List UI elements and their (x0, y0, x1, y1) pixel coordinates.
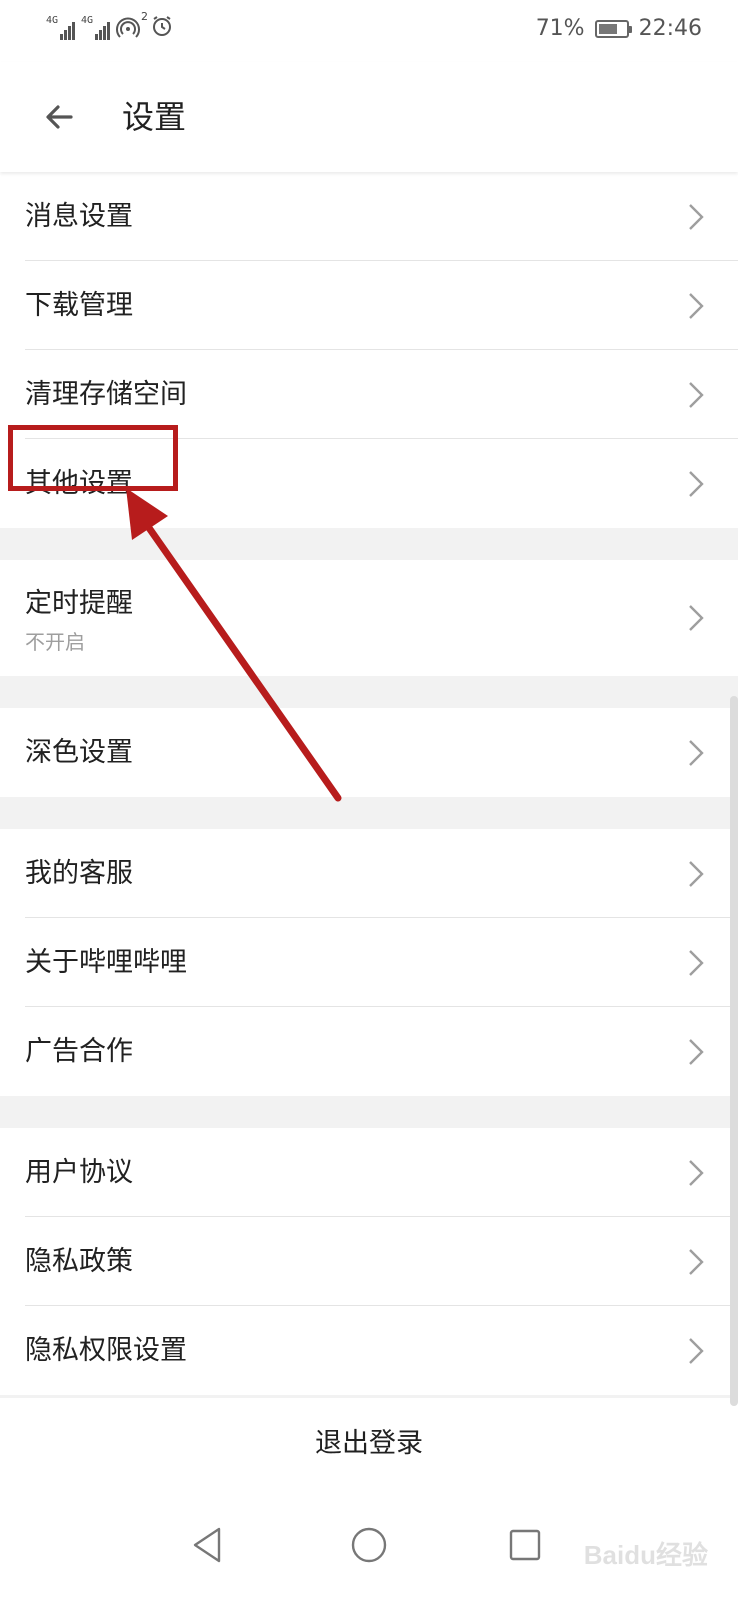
battery-percent: 71% (535, 16, 585, 41)
chevron-right-icon (689, 740, 704, 766)
settings-item-label: 用户协议 (25, 1157, 133, 1188)
settings-item-label: 消息设置 (25, 201, 133, 232)
settings-item-label: 隐私权限设置 (25, 1335, 187, 1366)
settings-item-other[interactable]: 其他设置 (0, 439, 738, 528)
signal-2-icon: 4G (81, 16, 110, 40)
network-type-2: 4G (81, 15, 94, 26)
logout-label: 退出登录 (315, 1428, 423, 1459)
nav-recents-button[interactable] (490, 1510, 560, 1580)
section-gap (0, 676, 738, 708)
settings-item-privacy-policy[interactable]: 隐私政策 (0, 1217, 738, 1306)
chevron-right-icon (689, 605, 704, 631)
status-icons-right: 71% 22:46 (536, 16, 702, 41)
hotspot-icon: 2 (116, 10, 148, 40)
settings-item-reminder[interactable]: 定时提醒 不开启 (0, 560, 738, 676)
chevron-right-icon (689, 1039, 704, 1065)
square-recents-icon (509, 1529, 541, 1561)
settings-item-customer-service[interactable]: 我的客服 (0, 829, 738, 918)
hotspot-count: 2 (141, 10, 148, 23)
settings-item-storage[interactable]: 清理存储空间 (0, 350, 738, 439)
chevron-right-icon (689, 1249, 704, 1275)
chevron-right-icon (689, 293, 704, 319)
chevron-right-icon (689, 382, 704, 408)
signal-1-icon: 4G (46, 16, 75, 40)
settings-item-label: 下载管理 (25, 290, 133, 321)
logout-button[interactable]: 退出登录 (0, 1398, 738, 1490)
status-icons-left: 4G 4G 2 (46, 10, 174, 42)
settings-item-user-agreement[interactable]: 用户协议 (0, 1128, 738, 1217)
settings-item-download[interactable]: 下载管理 (0, 261, 738, 350)
settings-item-label: 我的客服 (25, 858, 133, 889)
settings-item-label: 深色设置 (25, 737, 133, 768)
settings-item-label: 定时提醒 (25, 588, 133, 619)
circle-home-icon (351, 1527, 387, 1563)
app-bar: 设置 (0, 62, 738, 172)
settings-item-dark-mode[interactable]: 深色设置 (0, 708, 738, 797)
settings-item-label: 关于哔哩哔哩 (25, 947, 187, 978)
chevron-right-icon (689, 471, 704, 497)
page-title: 设置 (122, 98, 187, 136)
clock: 22:46 (638, 16, 702, 41)
chevron-right-icon (689, 861, 704, 887)
settings-item-privacy-permissions[interactable]: 隐私权限设置 (0, 1306, 738, 1395)
network-type-1: 4G (46, 15, 59, 26)
chevron-right-icon (689, 204, 704, 230)
settings-item-message[interactable]: 消息设置 (0, 172, 738, 261)
alarm-icon (150, 14, 174, 42)
arrow-left-icon (46, 105, 73, 129)
settings-item-label: 其他设置 (25, 468, 133, 499)
settings-item-value: 不开启 (25, 630, 85, 654)
nav-back-button[interactable] (172, 1510, 242, 1580)
section-gap (0, 1096, 738, 1128)
nav-home-button[interactable] (334, 1510, 404, 1580)
settings-item-about[interactable]: 关于哔哩哔哩 (0, 918, 738, 1007)
scrollbar[interactable] (730, 696, 738, 1406)
chevron-right-icon (689, 1338, 704, 1364)
battery-icon (594, 19, 632, 38)
back-button[interactable] (36, 94, 82, 140)
settings-item-label: 隐私政策 (25, 1246, 133, 1277)
settings-item-label: 广告合作 (25, 1036, 133, 1067)
settings-item-ad-cooperation[interactable]: 广告合作 (0, 1007, 738, 1096)
chevron-right-icon (689, 950, 704, 976)
section-gap (0, 797, 738, 829)
chevron-right-icon (689, 1160, 704, 1186)
section-gap (0, 528, 738, 560)
triangle-back-icon (193, 1527, 221, 1563)
status-bar: 4G 4G 2 71% 22:46 (0, 0, 738, 62)
watermark-logo: Baidu经验 (583, 1540, 708, 1570)
settings-item-label: 清理存储空间 (25, 379, 187, 410)
settings-list: 消息设置 下载管理 清理存储空间 其他设置 定时提醒 不开启 深色设置 我的客服… (0, 172, 738, 1427)
